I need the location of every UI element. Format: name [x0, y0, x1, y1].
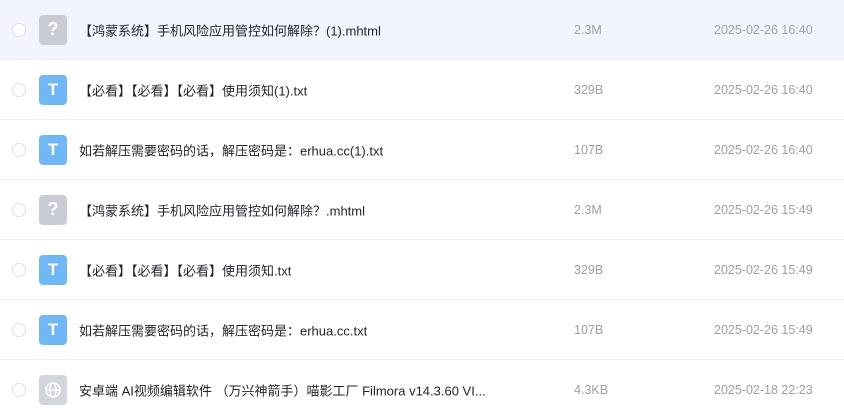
file-date: 2025-02-26 15:49 [714, 322, 813, 337]
file-list: ? 【鸿蒙系统】手机风险应用管控如何解除？(1).mhtml 2.3M 2025… [0, 0, 844, 405]
txt-file-icon: T [39, 134, 67, 165]
file-row[interactable]: T 【必看】【必看】【必看】使用须知(1).txt 329B 2025-02-2… [0, 60, 844, 120]
file-date: 2025-02-26 16:40 [714, 22, 813, 37]
row-checkbox[interactable] [12, 22, 26, 37]
file-row[interactable]: ? 【鸿蒙系统】手机风险应用管控如何解除？(1).mhtml 2.3M 2025… [0, 0, 844, 60]
file-name[interactable]: 【必看】【必看】【必看】使用须知.txt [79, 260, 291, 279]
file-size: 2.3M [574, 202, 602, 217]
unknown-file-icon: ? [39, 14, 67, 45]
file-date: 2025-02-26 16:40 [714, 142, 813, 157]
file-date: 2025-02-26 15:49 [714, 202, 813, 217]
file-row[interactable]: 安卓端 AI视频编辑软件 （万兴神箭手）喵影工厂 Filmora v14.3.6… [0, 360, 844, 420]
file-icon-glyph: ? [47, 19, 59, 39]
file-name[interactable]: 如若解压需要密码的话，解压密码是：erhua.cc.txt [79, 320, 367, 339]
file-date: 2025-02-26 16:40 [714, 82, 813, 97]
file-date: 2025-02-18 22:23 [714, 383, 813, 397]
file-size: 107B [574, 142, 604, 157]
file-icon-glyph: T [47, 319, 59, 339]
file-size: 4.3KB [574, 383, 609, 397]
file-icon-glyph: ? [47, 199, 59, 219]
file-icon-glyph: T [47, 259, 59, 279]
file-name[interactable]: 如若解压需要密码的话，解压密码是：erhua.cc(1).txt [79, 140, 383, 159]
file-date: 2025-02-26 15:49 [714, 262, 813, 277]
file-size: 329B [574, 262, 604, 277]
row-checkbox[interactable] [12, 262, 26, 277]
file-row[interactable]: T 【必看】【必看】【必看】使用须知.txt 329B 2025-02-26 1… [0, 240, 844, 300]
txt-file-icon: T [39, 254, 67, 285]
file-row[interactable]: ? 【鸿蒙系统】手机风险应用管控如何解除？.mhtml 2.3M 2025-02… [0, 180, 844, 240]
file-name[interactable]: 【鸿蒙系统】手机风险应用管控如何解除？(1).mhtml [79, 20, 381, 39]
row-checkbox[interactable] [12, 142, 26, 157]
file-name[interactable]: 安卓端 AI视频编辑软件 （万兴神箭手）喵影工厂 Filmora v14.3.6… [79, 381, 486, 400]
file-row[interactable]: T 如若解压需要密码的话，解压密码是：erhua.cc(1).txt 107B … [0, 120, 844, 180]
txt-file-icon: T [39, 314, 67, 345]
file-row[interactable]: T 如若解压需要密码的话，解压密码是：erhua.cc.txt 107B 202… [0, 300, 844, 360]
file-size: 107B [574, 322, 604, 337]
globe-icon [45, 382, 61, 398]
file-icon-glyph: T [47, 79, 59, 99]
row-checkbox[interactable] [12, 202, 26, 217]
row-checkbox[interactable] [12, 82, 26, 97]
row-checkbox[interactable] [12, 383, 26, 397]
unknown-file-icon: ? [39, 194, 67, 225]
web-link-icon [39, 375, 67, 405]
file-name[interactable]: 【必看】【必看】【必看】使用须知(1).txt [79, 80, 307, 99]
file-icon-glyph: T [47, 139, 59, 159]
row-checkbox[interactable] [12, 322, 26, 337]
file-size: 2.3M [574, 22, 602, 37]
file-name[interactable]: 【鸿蒙系统】手机风险应用管控如何解除？.mhtml [79, 200, 365, 219]
file-size: 329B [574, 82, 604, 97]
txt-file-icon: T [39, 74, 67, 105]
